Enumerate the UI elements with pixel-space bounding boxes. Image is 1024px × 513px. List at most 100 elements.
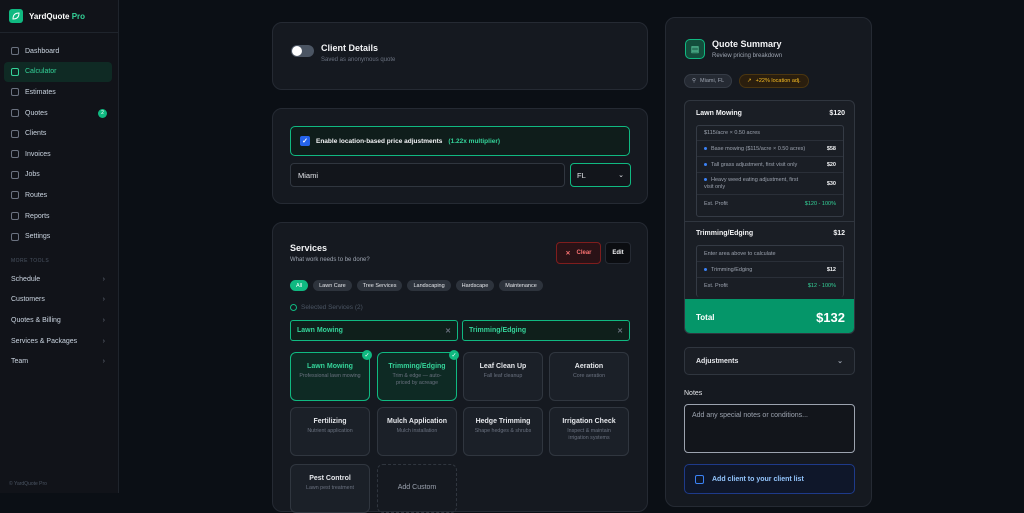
location-adjust-label: Enable location-based price adjustments: [316, 137, 443, 145]
sidebar: YardQuote Pro Dashboard Calculator Estimat…: [0, 0, 119, 493]
notes-label: Notes: [684, 390, 703, 397]
location-adjust-checkbox[interactable]: ✓ Enable location-based price adjustment…: [290, 126, 630, 156]
service-card-aeration[interactable]: Aeration Core aeration: [549, 352, 629, 401]
remove-icon[interactable]: ✕: [617, 327, 623, 335]
filter-chips: All Lawn Care Tree Services Landscaping Hard…: [290, 280, 543, 291]
users-icon: [11, 129, 19, 138]
notes-textarea[interactable]: Add any special notes or conditions...: [684, 404, 855, 453]
quotes-badge: 2: [98, 108, 107, 118]
service-card-irrigation-check[interactable]: Irrigation Check Inspect & maintain irrig…: [549, 407, 629, 456]
trimming-edging-line: Trimming/Edging $12: [696, 230, 845, 237]
quote-summary-card: ▤ Quote Summary Review pricing breakdown…: [665, 17, 872, 507]
sidebar-item-jobs[interactable]: Jobs: [4, 165, 112, 186]
chevron-right-icon: ›: [102, 358, 105, 366]
sidebar-group-quotes-billing[interactable]: Quotes & Billing ›: [4, 310, 112, 331]
selected-services-heading: Selected Services (2): [290, 304, 363, 311]
sidebar-group-services-packages[interactable]: Services & Packages ›: [4, 331, 112, 352]
filter-chip-all[interactable]: All: [290, 280, 309, 291]
filter-chip-landscaping[interactable]: Landscaping: [407, 280, 451, 291]
services-title: Services: [290, 243, 328, 253]
check-icon: ✓: [449, 350, 459, 360]
chevron-right-icon: ›: [102, 296, 105, 304]
leaf-icon: [9, 9, 23, 23]
quote-summary-title: Quote Summary: [712, 39, 782, 49]
sidebar-item-estimates[interactable]: Estimates: [4, 82, 112, 103]
clock-icon: [11, 88, 19, 97]
checkmark-icon: ✓: [300, 136, 310, 146]
sidebar-item-reports[interactable]: Reports: [4, 206, 112, 227]
chevron-right-icon: ›: [102, 316, 105, 324]
remove-icon[interactable]: ✕: [445, 327, 451, 335]
grid-icon: [11, 47, 19, 56]
lawn-mowing-details: $115/acre × 0.50 acres Base mowing ($115…: [696, 125, 844, 217]
service-card-hedge-trimming[interactable]: Hedge Trimming Shape hedges & shrubs: [463, 407, 543, 456]
add-client-checkbox[interactable]: Add client to your client list: [684, 464, 855, 494]
calculator-icon: [11, 67, 19, 76]
services-card: Services What work needs to be done? ✕ Cl…: [272, 222, 648, 513]
receipt-icon: ▤: [685, 39, 705, 59]
sidebar-item-clients[interactable]: Clients: [4, 123, 112, 144]
chevron-right-icon: ›: [102, 337, 105, 345]
service-card-trimming-edging[interactable]: Trimming/Edging Trim & edge — auto-priced…: [377, 350, 459, 401]
clear-button[interactable]: ✕ Clear: [556, 242, 601, 264]
map-pin-icon: ⚲: [692, 78, 697, 84]
gear-icon: [11, 232, 19, 241]
trimming-edging-details: Enter area above to calculate Trimming/E…: [696, 245, 844, 297]
service-card-lawn-mowing[interactable]: Lawn Mowing Professional lawn mowing ✓: [290, 350, 372, 401]
pricing-breakdown: Lawn Mowing $120 $115/acre × 0.50 acres B…: [684, 100, 855, 334]
service-card-pest-control[interactable]: Pest Control Lawn pest treatment: [290, 464, 370, 513]
selected-tag-trimming-edging[interactable]: Trimming/Edging ✕: [462, 320, 630, 341]
filter-chip-tree-services[interactable]: Tree Services: [356, 280, 403, 291]
total-value: $132: [816, 309, 845, 325]
client-details-subtitle: Saved as anonymous quote: [321, 57, 396, 63]
total-bar: Total $132: [685, 299, 854, 333]
map-icon: [11, 191, 19, 200]
dollar-icon: [11, 150, 19, 159]
brand[interactable]: YardQuote Pro: [9, 9, 85, 23]
chevron-down-icon: ⌄: [618, 172, 624, 179]
location-pill: ⚲ Miami, FL: [684, 74, 733, 88]
sidebar-item-routes[interactable]: Routes: [4, 185, 112, 206]
filter-chip-maintenance[interactable]: Maintenance: [499, 280, 543, 291]
sidebar-item-calculator[interactable]: Calculator: [4, 61, 112, 83]
copyright: © YardQuote Pro: [9, 481, 47, 487]
trend-up-icon: ↗: [747, 78, 752, 84]
document-icon: [11, 109, 19, 118]
total-label: Total: [696, 312, 715, 322]
sidebar-item-invoices[interactable]: Invoices: [4, 144, 112, 165]
service-card-leaf-clean-up[interactable]: Leaf Clean Up Fall leaf cleanup: [463, 352, 543, 401]
brand-name: YardQuote Pro: [29, 11, 86, 21]
city-input[interactable]: Miami: [290, 163, 565, 187]
client-details-title: Client Details: [321, 43, 379, 53]
filter-chip-lawn-care[interactable]: Lawn Care: [313, 280, 352, 291]
services-subtitle: What work needs to be done?: [290, 257, 370, 263]
add-custom-service-button[interactable]: Add Custom: [377, 464, 457, 513]
chevron-down-icon: ⌄: [837, 358, 843, 365]
briefcase-icon: [11, 170, 19, 179]
multiplier-label: (1.22x multiplier): [448, 137, 501, 145]
service-card-fertilizing[interactable]: Fertilizing Nutrient application: [290, 407, 370, 456]
sidebar-item-quotes[interactable]: Quotes 2: [4, 103, 112, 124]
sidebar-item-dashboard[interactable]: Dashboard: [4, 41, 112, 62]
check-icon: ✓: [362, 350, 372, 360]
filter-chip-hardscape[interactable]: Hardscape: [455, 280, 495, 291]
quote-summary-subtitle: Review pricing breakdown: [712, 53, 783, 59]
sidebar-item-settings[interactable]: Settings: [4, 226, 112, 247]
location-card: ✓ Enable location-based price adjustment…: [272, 108, 648, 204]
selected-tag-lawn-mowing[interactable]: Lawn Mowing ✕: [290, 320, 458, 341]
check-circle-icon: [290, 304, 297, 311]
sidebar-group-schedule[interactable]: Schedule ›: [4, 269, 112, 290]
lawn-mowing-line: Lawn Mowing $120: [696, 110, 845, 117]
sidebar-group-customers[interactable]: Customers ›: [4, 290, 112, 311]
service-card-mulch-application[interactable]: Mulch Application Mulch installation: [377, 407, 457, 456]
state-select[interactable]: FL ⌄: [570, 163, 631, 187]
edit-button[interactable]: Edit: [605, 242, 631, 264]
chart-icon: [11, 212, 19, 221]
more-tools-heading: MORE TOOLS: [11, 258, 50, 264]
adjustments-toggle[interactable]: Adjustments ⌄: [684, 347, 855, 375]
close-icon: ✕: [565, 250, 571, 257]
location-adjustment-pill: ↗ +22% location adj.: [739, 74, 809, 88]
client-details-card: Client Details Saved as anonymous quote: [272, 22, 648, 90]
sidebar-group-team[interactable]: Team ›: [4, 351, 112, 372]
anonymous-toggle[interactable]: [291, 45, 314, 57]
